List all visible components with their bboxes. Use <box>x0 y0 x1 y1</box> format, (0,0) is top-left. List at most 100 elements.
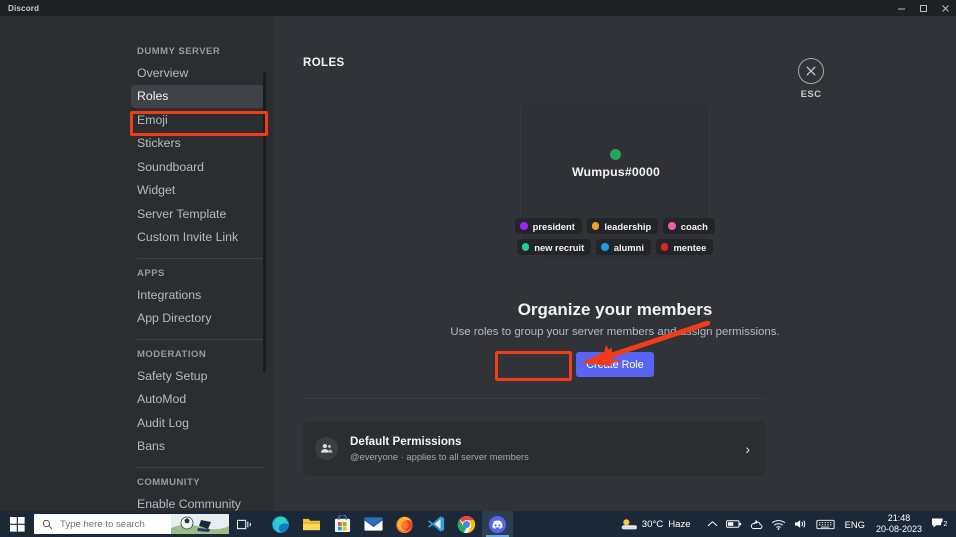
role-pill-label: alumni <box>613 241 644 253</box>
show-hidden-icons-chevron-up-icon[interactable] <box>703 511 722 537</box>
role-pill-new-recruit[interactable]: new recruit <box>516 239 592 255</box>
role-pill-alumni[interactable]: alumni <box>596 239 651 255</box>
sidebar-item-overview[interactable]: Overview <box>131 61 264 85</box>
sidebar-item-custom-invite-link[interactable]: Custom Invite Link <box>131 226 264 250</box>
role-color-dot <box>521 243 530 251</box>
sidebar-item-safety-setup[interactable]: Safety Setup <box>131 364 264 388</box>
window-title: Discord <box>8 3 40 13</box>
role-pill-row: president leadership coach <box>515 218 715 234</box>
role-pill-mentee[interactable]: mentee <box>655 239 714 255</box>
sidebar-item-bans[interactable]: Bans <box>131 435 264 459</box>
role-preview: Wumpus#0000 president leadership coach new … <box>274 102 956 269</box>
sidebar-item-label: Stickers <box>137 136 181 151</box>
status-dot <box>609 149 621 160</box>
app-body: DUMMY SERVER Overview Roles Emoji Stickers So… <box>0 16 956 511</box>
role-color-dot <box>601 243 609 251</box>
sidebar-item-soundboard[interactable]: Soundboard <box>131 155 264 179</box>
clock-time: 21:48 <box>887 512 911 523</box>
sidebar-item-label: AutoMod <box>137 392 187 407</box>
chevron-right-icon[interactable]: › <box>745 442 750 456</box>
sidebar-divider <box>137 258 264 259</box>
close-icon[interactable] <box>934 0 956 16</box>
volume-icon[interactable] <box>790 511 812 537</box>
members-icon <box>315 437 338 460</box>
sidebar-item-integrations[interactable]: Integrations <box>131 283 264 307</box>
battery-icon[interactable] <box>722 511 746 537</box>
taskbar-app-microsoft-edge[interactable] <box>265 511 296 537</box>
search-input[interactable] <box>60 518 180 530</box>
input-language[interactable]: ENG <box>839 519 871 530</box>
role-pill-president[interactable]: president <box>515 218 582 234</box>
organize-heading: Organize your members <box>517 300 713 319</box>
sidebar-item-automod[interactable]: AutoMod <box>131 388 264 412</box>
close-icon[interactable] <box>798 58 824 84</box>
role-pill-coach[interactable]: coach <box>663 218 715 234</box>
sidebar-item-label: Integrations <box>137 287 202 302</box>
sidebar-item-label: Soundboard <box>137 159 205 174</box>
sidebar-item-label: Audit Log <box>137 415 189 430</box>
page-title: ROLES <box>303 57 345 69</box>
default-permissions-title: Default Permissions <box>350 435 462 448</box>
default-permissions-subtitle: @everyone · applies to all server member… <box>350 451 529 462</box>
taskbar-app-file-explorer[interactable] <box>296 511 327 537</box>
windows-taskbar: 30°C Haze <box>0 511 956 537</box>
role-color-dot <box>660 243 669 251</box>
keyboard-icon[interactable] <box>812 511 839 537</box>
taskbar-apps <box>265 511 513 537</box>
role-pill-label: mentee <box>673 241 707 253</box>
search-thumbnail-icon <box>171 514 229 534</box>
sidebar-item-label: Overview <box>137 65 189 80</box>
start-button-icon[interactable] <box>0 511 34 537</box>
sidebar-item-audit-log[interactable]: Audit Log <box>131 411 264 435</box>
taskbar-search[interactable] <box>34 514 229 534</box>
section-divider <box>303 398 766 399</box>
sidebar-item-widget[interactable]: Widget <box>131 179 264 203</box>
role-color-dot <box>520 222 528 230</box>
sidebar-item-label: Roles <box>137 89 169 104</box>
role-pill-label: coach <box>680 220 708 232</box>
sidebar-item-label: Safety Setup <box>137 368 208 383</box>
role-pill-row: new recruit alumni mentee <box>516 239 714 255</box>
weather-haze-icon <box>621 519 637 530</box>
close-settings-button[interactable]: ESC <box>790 58 832 100</box>
sidebar-item-roles[interactable]: Roles <box>131 84 264 108</box>
notification-center-button[interactable]: 2 <box>927 517 953 531</box>
onedrive-icon[interactable] <box>746 511 767 537</box>
taskbar-app-mail[interactable] <box>358 511 389 537</box>
role-pill-list: president leadership coach new recruit alumn… <box>515 218 715 260</box>
default-permissions-text: Default Permissions @everyone · applies … <box>350 435 745 462</box>
sidebar-item-label: Widget <box>137 183 176 198</box>
discord-window: Discord DUMMY SERVER Overview Roles Emoji St… <box>0 0 956 537</box>
sidebar-section-heading: DUMMY SERVER <box>137 46 221 57</box>
sidebar-item-app-directory[interactable]: App Directory <box>131 307 264 331</box>
clock-date: 20-08-2023 <box>875 524 922 534</box>
notification-count: 2 <box>941 520 950 529</box>
sidebar-item-label: Enable Community <box>137 496 241 511</box>
settings-sidebar-list[interactable]: DUMMY SERVER Overview Roles Emoji Stickers So… <box>0 16 274 511</box>
sidebar-section-heading: COMMUNITY <box>137 477 201 488</box>
default-permissions-row[interactable]: Default Permissions @everyone · applies … <box>303 421 766 476</box>
taskbar-app-discord[interactable] <box>482 511 513 537</box>
taskbar-app-visual-studio-code[interactable] <box>420 511 451 537</box>
sidebar-item-server-template[interactable]: Server Template <box>131 202 264 226</box>
annotation-box-create-role <box>495 351 572 381</box>
minimize-icon[interactable] <box>890 0 912 16</box>
wifi-icon[interactable] <box>767 511 790 537</box>
taskbar-clock[interactable]: 21:48 20-08-2023 <box>871 513 927 536</box>
maximize-icon[interactable] <box>912 0 934 16</box>
sidebar-section-heading: APPS <box>137 268 165 279</box>
taskbar-weather[interactable]: 30°C Haze <box>620 517 691 531</box>
esc-label: ESC <box>800 89 822 100</box>
role-color-dot <box>668 222 676 230</box>
window-controls <box>890 0 956 16</box>
annotation-arrow-icon <box>581 321 710 366</box>
taskbar-app-microsoft-store[interactable] <box>327 511 358 537</box>
weather-temperature: 30°C <box>641 518 664 530</box>
role-pill-leadership[interactable]: leadership <box>586 218 659 234</box>
sidebar-divider <box>137 467 264 468</box>
taskbar-app-firefox[interactable] <box>389 511 420 537</box>
taskbar-app-google-chrome[interactable] <box>451 511 482 537</box>
roles-page: ROLES ESC Wumpus#0000 president leadersh… <box>274 16 956 511</box>
task-view-icon[interactable] <box>229 511 259 537</box>
role-pill-label: new recruit <box>534 241 585 253</box>
